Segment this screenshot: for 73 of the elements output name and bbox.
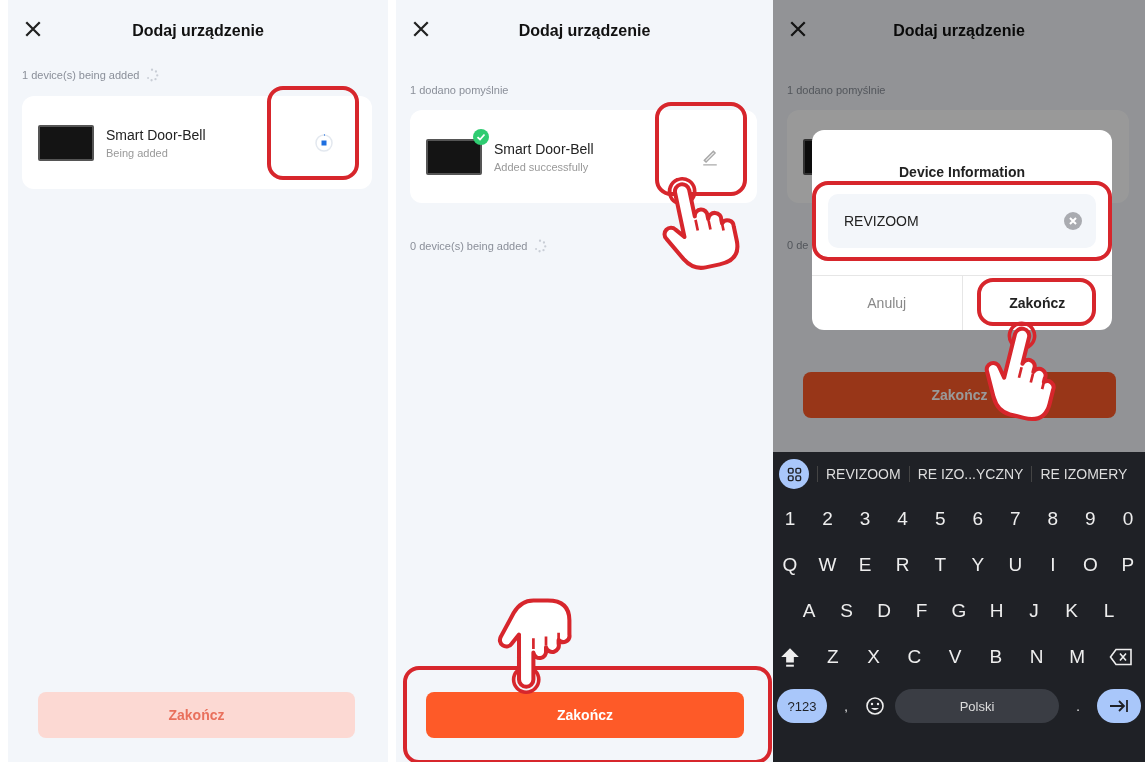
keyboard-key[interactable]: C <box>905 646 924 668</box>
keyboard-key[interactable]: 9 <box>1081 508 1100 530</box>
keyboard-key[interactable]: Q <box>781 554 799 576</box>
keyboard-key[interactable]: R <box>893 554 912 576</box>
close-icon[interactable] <box>24 20 42 38</box>
device-status: Added successfully <box>494 160 590 173</box>
apps-button[interactable] <box>779 459 809 489</box>
device-name: Smart Door-Bell <box>494 140 595 157</box>
device-thumbnail <box>426 138 482 175</box>
spinner-icon <box>533 239 548 253</box>
keyboard-key[interactable]: T <box>931 554 950 576</box>
keyboard-key[interactable]: K <box>1062 600 1081 622</box>
name-input-field[interactable]: REVIZOOM <box>828 194 1096 248</box>
backspace-icon[interactable] <box>1109 648 1133 666</box>
keyboard-key[interactable]: M <box>1068 646 1087 668</box>
keyboard-key[interactable]: H <box>987 600 1006 622</box>
keyboard-key[interactable]: L <box>1100 600 1118 622</box>
tab-arrow-icon <box>1109 699 1129 713</box>
keyboard-key[interactable]: Y <box>968 554 987 576</box>
keyboard-key[interactable]: S <box>837 600 856 622</box>
screen-title: Dodaj urządzenie <box>132 22 264 40</box>
keyboard-key[interactable]: 5 <box>931 508 950 530</box>
keyboard-key[interactable]: 0 <box>1118 508 1137 530</box>
keyboard-key[interactable]: W <box>818 554 837 576</box>
keyboard-key[interactable]: V <box>946 646 964 668</box>
section-label: 1 dodano pomyślnie <box>787 84 886 96</box>
device-thumbnail <box>38 124 94 161</box>
suggestion[interactable]: RE IZO...YCZNY <box>908 466 1024 482</box>
keyboard-key[interactable]: Z <box>823 646 842 668</box>
keyboard-key[interactable]: 2 <box>818 508 837 530</box>
keyboard-key[interactable]: , <box>837 698 855 714</box>
keyboard-key[interactable]: U <box>1006 554 1025 576</box>
keyboard-key[interactable]: 8 <box>1043 508 1062 530</box>
keyboard-key[interactable]: G <box>950 600 968 622</box>
dialog-title: Device Information <box>898 164 1026 180</box>
section-label: 1 device(s) being added <box>22 69 140 81</box>
suggestion[interactable]: RE IZOMERY <box>1031 466 1128 482</box>
keyboard-key[interactable]: 7 <box>1006 508 1025 530</box>
keyboard-key[interactable]: 4 <box>893 508 912 530</box>
symbols-key[interactable]: ?123 <box>777 689 827 723</box>
grid-icon <box>786 466 802 482</box>
close-icon[interactable] <box>412 20 430 38</box>
section-label: 0 device(s) being added <box>410 240 528 252</box>
dialog-button[interactable]: Anuluj <box>812 276 962 330</box>
keyboard-key[interactable]: O <box>1081 554 1100 576</box>
shift-icon[interactable] <box>779 646 801 668</box>
space-key[interactable]: Polski <box>895 689 1059 723</box>
keyboard-key[interactable]: . <box>1069 698 1087 714</box>
keyboard-key[interactable]: N <box>1027 646 1046 668</box>
tab-key[interactable] <box>1097 689 1141 723</box>
keyboard-key[interactable]: P <box>1118 554 1137 576</box>
keyboard-key[interactable]: J <box>1025 600 1043 622</box>
spinner-icon <box>145 68 160 82</box>
screen-title: Dodaj urządzenie <box>893 22 1025 40</box>
keyboard-key[interactable]: B <box>986 646 1005 668</box>
dialog-button[interactable]: Zakończ <box>962 276 1112 330</box>
screen-title: Dodaj urządzenie <box>518 22 651 40</box>
keyboard-key[interactable]: 1 <box>781 508 799 530</box>
suggestion[interactable]: REVIZOOM <box>817 466 901 482</box>
close-icon[interactable] <box>789 20 807 38</box>
keyboard-key[interactable]: 3 <box>856 508 875 530</box>
keyboard-key[interactable]: 6 <box>968 508 987 530</box>
keyboard-key[interactable]: I <box>1043 554 1062 576</box>
keyboard-key[interactable]: F <box>912 600 931 622</box>
device-status: Being added <box>106 146 169 159</box>
emoji-icon[interactable] <box>865 696 885 716</box>
keyboard-key[interactable]: X <box>864 646 883 668</box>
keyboard-key[interactable]: A <box>800 600 818 622</box>
section-label: 1 dodano pomyślnie <box>410 84 509 96</box>
name-input-value[interactable]: REVIZOOM <box>844 213 1056 229</box>
keyboard-key[interactable]: E <box>856 554 875 576</box>
keyboard-key[interactable]: D <box>875 600 893 622</box>
device-name: Smart Door-Bell <box>106 126 207 143</box>
